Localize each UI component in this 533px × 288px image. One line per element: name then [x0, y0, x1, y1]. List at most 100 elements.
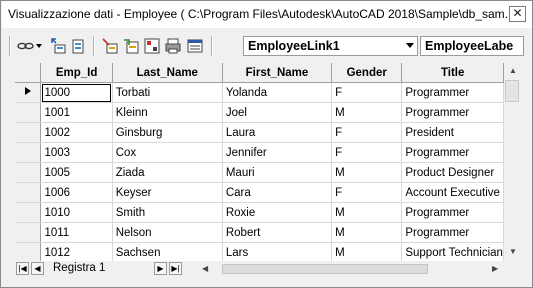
table-cell[interactable]: M [331, 242, 403, 261]
last-record-button[interactable]: ▶| [169, 262, 182, 275]
row-selector[interactable] [15, 122, 42, 143]
table-cell[interactable]: 1010 [40, 202, 113, 223]
table-cell[interactable]: Programmer [401, 202, 504, 223]
query-icon[interactable] [143, 37, 161, 55]
table-cell[interactable]: F [331, 122, 403, 143]
link-template-select[interactable]: EmployeeLink1 [243, 36, 418, 56]
current-row-icon [24, 87, 31, 95]
table-cell[interactable]: 1001 [40, 102, 113, 123]
table-cell[interactable]: F [331, 82, 403, 103]
table-row[interactable]: 1002 Ginsburg Laura F President [15, 122, 504, 143]
table-cell[interactable]: Ziada [112, 162, 223, 183]
scroll-down-icon[interactable]: ▼ [509, 247, 517, 256]
table-cell[interactable]: Account Executive [401, 182, 504, 203]
table-cell[interactable]: Joel [222, 102, 333, 123]
table-cell[interactable]: M [331, 102, 403, 123]
table-cell[interactable]: Mauri [222, 162, 333, 183]
scroll-up-icon[interactable]: ▲ [509, 66, 517, 75]
label-template-select[interactable]: EmployeeLabe [420, 36, 524, 56]
table-cell[interactable]: Robert [222, 222, 333, 243]
record-label: Registra [53, 262, 96, 274]
toolbar-separator [211, 36, 213, 56]
row-selector[interactable] [15, 162, 42, 183]
row-selector[interactable] [15, 202, 42, 223]
column-header[interactable]: Gender [331, 63, 403, 83]
column-header[interactable]: Title [401, 63, 504, 83]
table-cell[interactable]: Nelson [112, 222, 223, 243]
table-cell[interactable]: Programmer [401, 82, 504, 103]
table-row[interactable]: 1000 Torbati Yolanda F Programmer [15, 82, 504, 103]
form-view-icon[interactable] [186, 37, 204, 55]
column-header[interactable]: Emp_Id [40, 63, 113, 83]
table-cell[interactable]: 1012 [40, 242, 113, 261]
table-cell[interactable]: Programmer [401, 222, 504, 243]
table-cell[interactable]: Ginsburg [112, 122, 223, 143]
toolbar-separator [93, 36, 95, 56]
table-cell[interactable]: President [401, 122, 504, 143]
table-cell[interactable]: 1003 [40, 142, 113, 163]
row-selector[interactable] [15, 82, 42, 103]
table-row[interactable]: 1003 Cox Jennifer F Programmer [15, 142, 504, 163]
table-cell[interactable]: Product Designer [401, 162, 504, 183]
table-cell[interactable]: M [331, 162, 403, 183]
column-header[interactable]: Last_Name [112, 63, 223, 83]
row-selector[interactable] [15, 222, 42, 243]
table-cell[interactable]: 1011 [40, 222, 113, 243]
row-selector[interactable] [15, 142, 42, 163]
table-cell[interactable]: Kleinn [112, 102, 223, 123]
table-cell[interactable]: Sachsen [112, 242, 223, 261]
table-cell[interactable]: Smith [112, 202, 223, 223]
horizontal-scroll-thumb[interactable] [222, 264, 428, 274]
record-number-field[interactable]: 1 [99, 262, 105, 274]
table-cell[interactable]: 1002 [40, 122, 113, 143]
table-cell[interactable]: M [331, 222, 403, 243]
select-link-icon[interactable] [101, 37, 119, 55]
print-icon[interactable] [164, 37, 182, 55]
table-cell[interactable]: Jennifer [222, 142, 333, 163]
link-dropdown-icon[interactable] [17, 37, 43, 55]
table-cell[interactable]: Laura [222, 122, 333, 143]
close-button[interactable]: ✕ [509, 6, 526, 22]
scroll-left-icon[interactable]: ◀ [202, 264, 208, 273]
table-row[interactable]: 1010 Smith Roxie M Programmer [15, 202, 504, 223]
table-cell[interactable]: Support Technician [401, 242, 504, 261]
link-template-value: EmployeeLink1 [248, 39, 340, 53]
vertical-scroll-thumb[interactable] [505, 80, 519, 102]
table-cell[interactable]: Cox [112, 142, 223, 163]
table-row[interactable]: 1012 Sachsen Lars M Support Technician [15, 242, 504, 261]
scroll-right-icon[interactable]: ▶ [492, 264, 498, 273]
table-row[interactable]: 1011 Nelson Robert M Programmer [15, 222, 504, 243]
table-cell[interactable]: Lars [222, 242, 333, 261]
table-cell[interactable]: 1006 [40, 182, 113, 203]
column-header[interactable]: First_Name [222, 63, 333, 83]
table-cell[interactable]: M [331, 202, 403, 223]
previous-record-button[interactable]: ◀ [31, 262, 44, 275]
table-cell[interactable]: Programmer [401, 102, 504, 123]
table-row[interactable]: 1006 Keyser Cara F Account Executive [15, 182, 504, 203]
vertical-scrollbar[interactable]: ▲ ▼ [504, 63, 521, 261]
table-cell[interactable]: Yolanda [222, 82, 333, 103]
row-selector[interactable] [15, 102, 42, 123]
link-database-icon[interactable] [69, 37, 87, 55]
row-selector[interactable] [15, 242, 42, 261]
label-icon[interactable] [122, 37, 140, 55]
label-template-value: EmployeeLabe [425, 39, 514, 53]
row-selector[interactable] [15, 182, 42, 203]
table-cell[interactable]: Torbati [112, 82, 223, 103]
select-all-corner[interactable] [15, 63, 42, 83]
table-row[interactable]: 1001 Kleinn Joel M Programmer [15, 102, 504, 123]
table-cell[interactable]: Cara [222, 182, 333, 203]
table-cell[interactable]: Keyser [112, 182, 223, 203]
link-objects-icon[interactable] [49, 37, 67, 55]
table-row[interactable]: 1005 Ziada Mauri M Product Designer [15, 162, 504, 183]
table-cell[interactable]: 1005 [40, 162, 113, 183]
table-cell[interactable]: 1000 [40, 82, 113, 103]
horizontal-scrollbar[interactable]: ◀ ▶ [198, 262, 504, 276]
table-cell[interactable]: Programmer [401, 142, 504, 163]
next-record-button[interactable]: ▶ [154, 262, 167, 275]
table-cell[interactable]: F [331, 182, 403, 203]
table-cell[interactable]: Roxie [222, 202, 333, 223]
first-record-button[interactable]: |◀ [16, 262, 29, 275]
table-cell[interactable]: F [331, 142, 403, 163]
title-bar[interactable]: Visualizzazione dati - Employee ( C:\Pro… [2, 1, 532, 28]
